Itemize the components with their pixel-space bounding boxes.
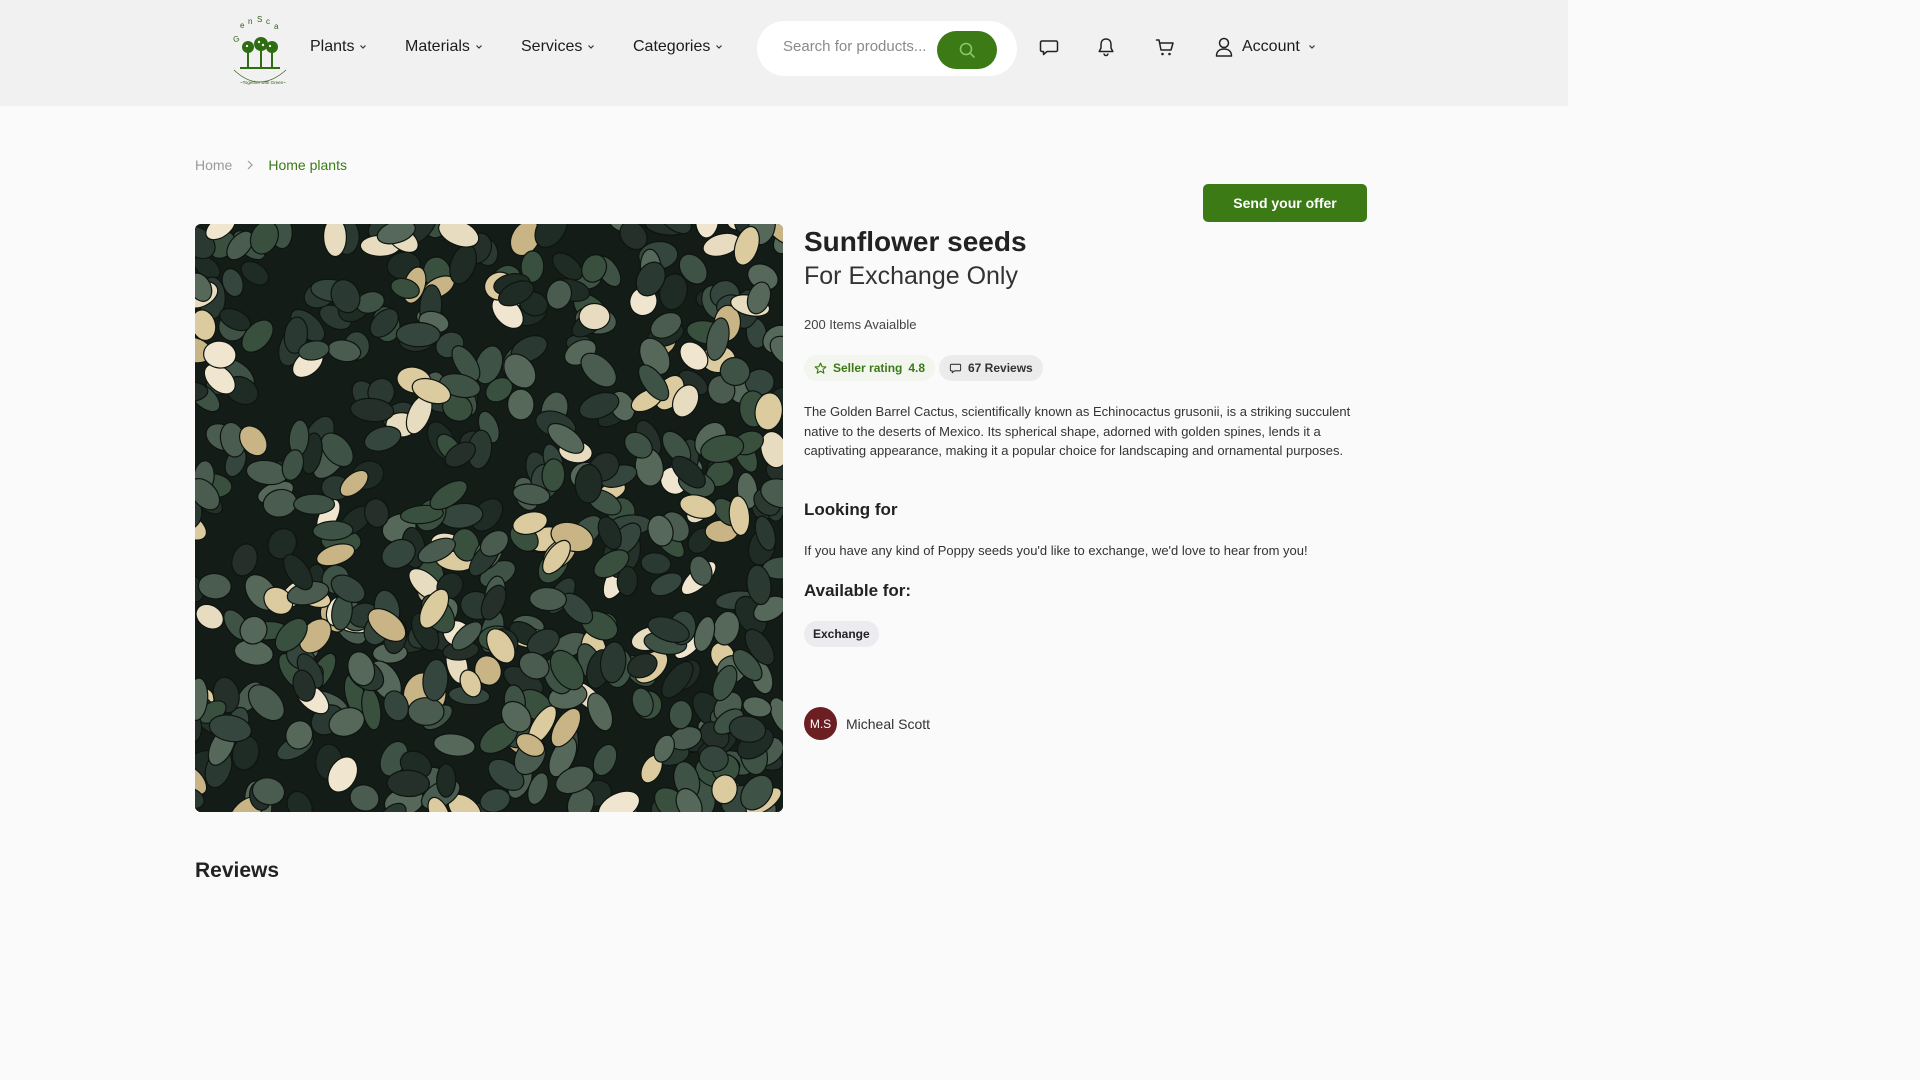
seller-profile[interactable]: M.S Micheal Scott: [804, 707, 930, 740]
seller-rating-badge: Seller rating 4.8: [804, 355, 936, 381]
breadcrumb-current[interactable]: Home plants: [268, 157, 347, 173]
svg-text:e: e: [240, 21, 245, 30]
reviews-badge[interactable]: 67 Reviews: [939, 355, 1043, 381]
seller-name: Micheal Scott: [846, 715, 931, 732]
seller-rating-value: 4.8: [908, 361, 926, 375]
search-button[interactable]: [937, 31, 997, 69]
search-icon: [959, 42, 975, 58]
stock-count: 200 Items Avaialble: [804, 317, 917, 332]
comment-icon: [949, 363, 962, 373]
nav-plants[interactable]: Plants: [310, 38, 367, 56]
account-menu[interactable]: Account: [1214, 36, 1316, 58]
product-title: Sunflower seeds: [804, 226, 1027, 257]
nav-categories-label: Categories: [633, 38, 711, 55]
reviews-section-heading: Reviews: [195, 859, 280, 882]
seed-shape: [436, 763, 457, 798]
svg-text:c: c: [266, 17, 270, 26]
brand-logo[interactable]: G e n S c a ~Together with Green~: [226, 14, 292, 92]
product-image[interactable]: [195, 224, 783, 812]
user-icon: [1215, 37, 1233, 57]
chevron-down-icon: [1308, 45, 1315, 49]
star-icon: [814, 362, 827, 374]
breadcrumb-home-link[interactable]: Home: [195, 157, 232, 173]
search-input[interactable]: [783, 38, 943, 55]
seed-shape: [395, 321, 441, 348]
nav-materials[interactable]: Materials: [405, 38, 483, 56]
cart-icon[interactable]: [1154, 36, 1176, 58]
looking-for-heading: Looking for: [804, 500, 898, 519]
avatar: M.S: [804, 707, 837, 740]
nav-materials-label: Materials: [405, 38, 470, 55]
bell-icon[interactable]: [1095, 36, 1117, 58]
nav-categories[interactable]: Categories: [633, 38, 723, 56]
product-description: The Golden Barrel Cactus, scientifically…: [804, 404, 1351, 458]
seed-shape: [578, 302, 611, 331]
account-label: Account: [1242, 38, 1300, 55]
exchange-tag: Exchange: [804, 621, 879, 647]
chevron-right-icon: [247, 160, 254, 170]
nav-services[interactable]: Services: [521, 38, 595, 56]
nav-services-label: Services: [521, 38, 583, 55]
seed-shape: [407, 697, 445, 726]
product-subtitle: For Exchange Only: [804, 262, 1018, 290]
reviews-count: 67 Reviews: [968, 361, 1033, 375]
search-bar: [757, 21, 1017, 76]
chat-icon[interactable]: [1038, 36, 1060, 58]
svg-text:~Together with Green~: ~Together with Green~: [240, 80, 286, 85]
svg-text:a: a: [274, 22, 279, 31]
svg-text:S: S: [257, 15, 262, 24]
chevron-down-icon: [716, 45, 723, 49]
seed-shape: [506, 388, 535, 421]
seed-photo: [195, 224, 783, 812]
svg-text:G: G: [232, 34, 241, 45]
svg-text:n: n: [248, 17, 252, 26]
looking-for-text: If you have any kind of Poppy seeds you'…: [804, 543, 1308, 558]
available-for-heading: Available for:: [804, 581, 912, 600]
top-navigation-bar: G e n S c a ~Together with Green~ Plants…: [0, 0, 1568, 106]
send-offer-button[interactable]: Send your offer: [1203, 184, 1367, 222]
nav-plants-label: Plants: [310, 38, 355, 55]
chevron-down-icon: [475, 45, 482, 49]
chevron-down-icon: [588, 45, 595, 49]
seller-rating-label: Seller rating: [833, 361, 903, 375]
chevron-down-icon: [360, 45, 367, 49]
breadcrumb: Home Home plants: [195, 157, 347, 173]
seed-shape: [293, 493, 336, 515]
